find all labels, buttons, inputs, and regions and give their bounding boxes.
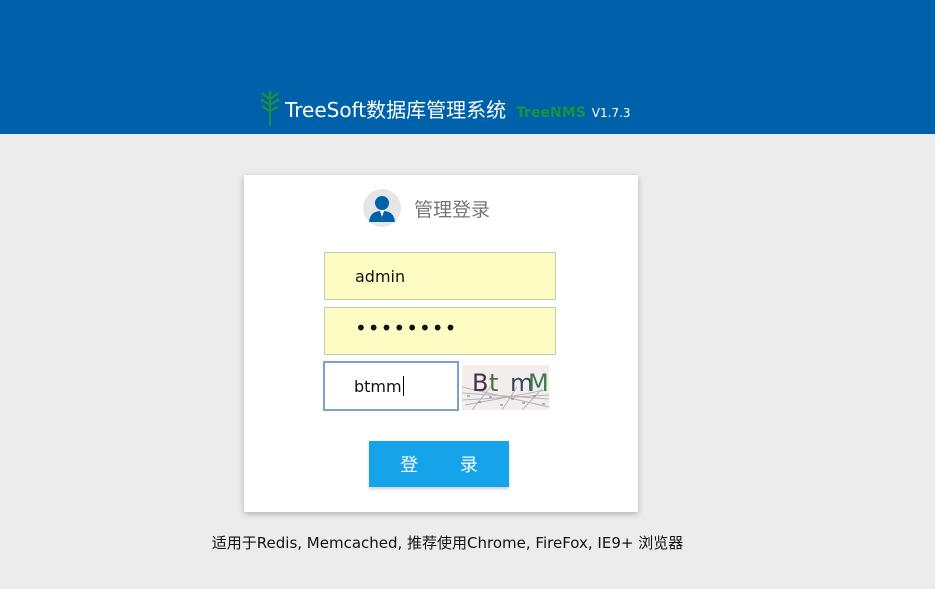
user-avatar-icon [363,189,401,227]
captcha-input[interactable]: btmm [323,361,459,411]
captcha-image[interactable]: B t m M [462,365,549,410]
username-input[interactable]: admin [324,252,556,300]
text-caret [402,376,404,396]
password-input[interactable]: •••••••• [324,307,556,355]
login-card: 管理登录 admin •••••••• btmm B t m M 登 录 [244,175,638,512]
browser-support-note: 适用于Redis, Memcached, 推荐使用Chrome, FireFox… [211,534,684,552]
brand: TreeSoft数据库管理系统 TreeNMS V1.7.3 [258,86,631,126]
header-bar: TreeSoft数据库管理系统 TreeNMS V1.7.3 [0,0,935,134]
captcha-input-value: btmm [354,376,402,396]
captcha-char-4: M [528,369,549,397]
login-button[interactable]: 登 录 [369,441,509,487]
app-subtitle: TreeNMS [516,105,586,121]
captcha-char-1: B [472,369,488,397]
app-version: V1.7.3 [591,106,631,120]
password-value: •••••••• [355,316,458,340]
app-title: TreeSoft数据库管理系统 [285,98,507,122]
username-value: admin [355,266,406,286]
tree-icon [260,91,280,126]
captcha-char-2: t [489,369,498,397]
login-card-header: 管理登录 [363,189,490,227]
login-card-title: 管理登录 [414,198,491,221]
